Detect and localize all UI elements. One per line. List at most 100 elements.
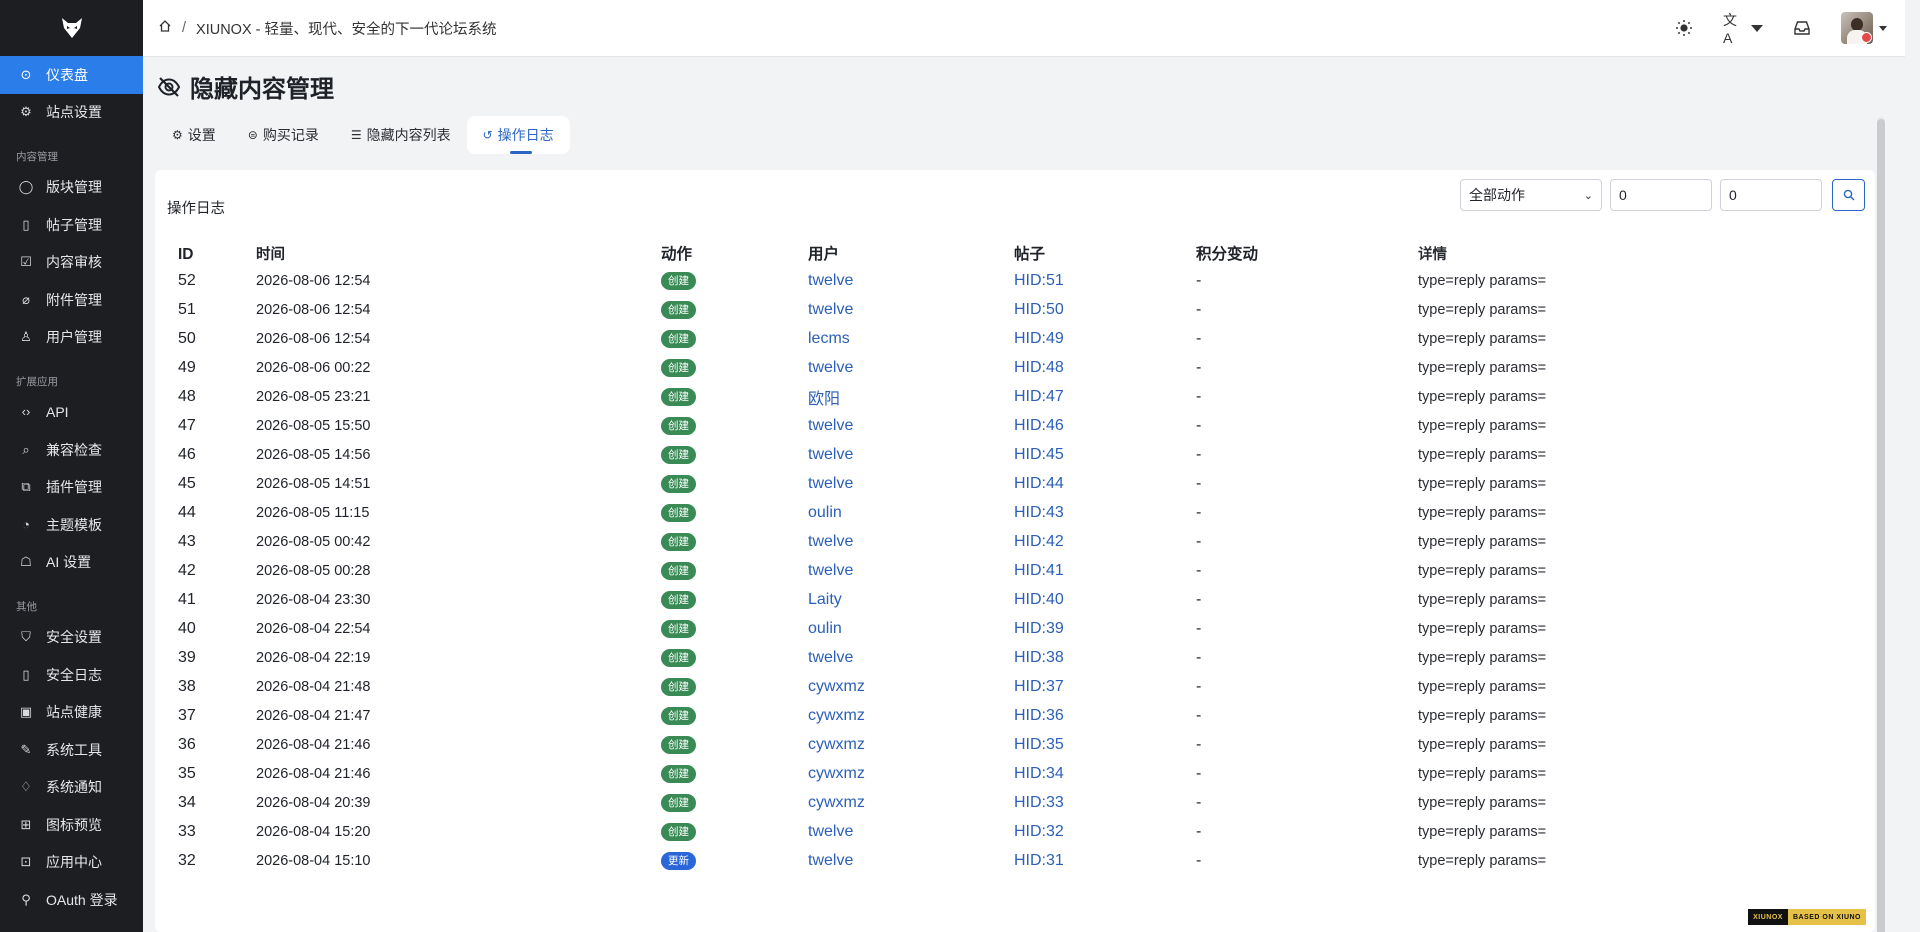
post-link[interactable]: HID:31 bbox=[1014, 852, 1064, 869]
user-link[interactable]: cywxmz bbox=[808, 765, 865, 782]
post-link[interactable]: HID:33 bbox=[1014, 794, 1064, 811]
post-link[interactable]: HID:42 bbox=[1014, 533, 1064, 550]
post-link[interactable]: HID:39 bbox=[1014, 620, 1064, 637]
scrollbar-thumb[interactable] bbox=[1877, 119, 1885, 932]
post-link[interactable]: HID:34 bbox=[1014, 765, 1064, 782]
user-link[interactable]: cywxmz bbox=[808, 736, 865, 753]
post-link[interactable]: HID:49 bbox=[1014, 330, 1064, 347]
post-link[interactable]: HID:40 bbox=[1014, 591, 1064, 608]
action-badge: 创建 bbox=[661, 301, 696, 319]
sidebar-item-security-log[interactable]: ▯ 安全日志 bbox=[0, 656, 143, 694]
tab-operation-log[interactable]: ↺ 操作日志 bbox=[466, 116, 570, 154]
sidebar-item-forums[interactable]: ◯ 版块管理 bbox=[0, 168, 143, 206]
breadcrumb-current[interactable]: XIUNOX - 轻量、现代、安全的下一代论坛系统 bbox=[196, 18, 496, 39]
cell-detail: type=reply params= bbox=[1418, 736, 1547, 753]
user-link[interactable]: twelve bbox=[808, 301, 853, 318]
post-link[interactable]: HID:48 bbox=[1014, 359, 1064, 376]
user-link[interactable]: oulin bbox=[808, 504, 842, 521]
main-content: 隐藏内容管理 ⚙ 设置 ⊜ 购买记录 ☰ 隐藏内容列表 ↺ 操作日志 操作日志 … bbox=[143, 57, 1891, 932]
user-link[interactable]: twelve bbox=[808, 417, 853, 434]
user-link[interactable]: Laity bbox=[808, 591, 842, 608]
sidebar-item-compat-check[interactable]: ⌕ 兼容检查 bbox=[0, 431, 143, 469]
cell-time: 2026-08-05 23:21 bbox=[256, 388, 371, 405]
sidebar-item-api[interactable]: ‹› API bbox=[0, 393, 143, 431]
user-menu[interactable] bbox=[1841, 12, 1887, 44]
post-link[interactable]: HID:51 bbox=[1014, 272, 1064, 289]
action-badge: 创建 bbox=[661, 388, 696, 406]
user-link[interactable]: cywxmz bbox=[808, 678, 865, 695]
user-link[interactable]: lecms bbox=[808, 330, 850, 347]
post-link[interactable]: HID:47 bbox=[1014, 388, 1064, 405]
user-link[interactable]: cywxmz bbox=[808, 707, 865, 724]
page-scrollbar[interactable] bbox=[1877, 117, 1885, 932]
sidebar-item-site-settings[interactable]: ⚙ 站点设置 bbox=[0, 94, 143, 132]
post-link[interactable]: HID:41 bbox=[1014, 562, 1064, 579]
cell-action: 更新 bbox=[661, 846, 808, 875]
tid-filter-input[interactable] bbox=[1720, 179, 1822, 211]
sidebar-item-posts[interactable]: ▯ 帖子管理 bbox=[0, 206, 143, 244]
table-header-row: ID 时间 动作 用户 帖子 积分变动 详情 bbox=[170, 238, 1818, 266]
user-link[interactable]: twelve bbox=[808, 446, 853, 463]
uid-filter-input[interactable] bbox=[1610, 179, 1712, 211]
sidebar-item-ai-settings[interactable]: ☖ AI 设置 bbox=[0, 544, 143, 582]
post-link[interactable]: HID:45 bbox=[1014, 446, 1064, 463]
post-link[interactable]: HID:35 bbox=[1014, 736, 1064, 753]
user-link[interactable]: twelve bbox=[808, 649, 853, 666]
sidebar-item-plugins[interactable]: ⧉ 插件管理 bbox=[0, 468, 143, 506]
sidebar-item-themes[interactable]: ◔ 主题模板 bbox=[0, 506, 143, 544]
user-link[interactable]: twelve bbox=[808, 475, 853, 492]
sidebar-item-app-center[interactable]: ⊡ 应用中心 bbox=[0, 844, 143, 882]
post-link[interactable]: HID:38 bbox=[1014, 649, 1064, 666]
sidebar-item-label: 附件管理 bbox=[46, 291, 102, 308]
sidebar-item-system-tools[interactable]: ✎ 系统工具 bbox=[0, 731, 143, 769]
sidebar-item-oauth[interactable]: ⚲ OAuth 登录 bbox=[0, 881, 143, 919]
cell-user: cywxmz bbox=[808, 701, 1014, 730]
cell-action: 创建 bbox=[661, 353, 808, 382]
sidebar-item-security-settings[interactable]: ⛉ 安全设置 bbox=[0, 618, 143, 656]
user-link[interactable]: twelve bbox=[808, 823, 853, 840]
sidebar-item-attachments[interactable]: ⌀ 附件管理 bbox=[0, 281, 143, 319]
cell-id: 36 bbox=[178, 735, 196, 753]
post-link[interactable]: HID:46 bbox=[1014, 417, 1064, 434]
action-badge: 创建 bbox=[661, 359, 696, 377]
powered-by-badge[interactable]: XIUNOX BASED ON XIUNO bbox=[1748, 909, 1866, 925]
action-filter-select[interactable]: 全部动作 ⌄ bbox=[1460, 179, 1602, 211]
user-link[interactable]: twelve bbox=[808, 359, 853, 376]
sidebar-section-title: 其他 bbox=[16, 601, 37, 614]
user-link[interactable]: twelve bbox=[808, 533, 853, 550]
user-link[interactable]: twelve bbox=[808, 272, 853, 289]
theme-toggle-sun-icon[interactable] bbox=[1673, 17, 1695, 39]
search-button[interactable] bbox=[1832, 179, 1865, 211]
sidebar-item-icon-preview[interactable]: ⊞ 图标预览 bbox=[0, 806, 143, 844]
post-link[interactable]: HID:44 bbox=[1014, 475, 1064, 492]
sidebar-item-dashboard[interactable]: ⊙ 仪表盘 bbox=[0, 56, 143, 94]
user-link[interactable]: cywxmz bbox=[808, 794, 865, 811]
user-link[interactable]: oulin bbox=[808, 620, 842, 637]
post-link[interactable]: HID:32 bbox=[1014, 823, 1064, 840]
column-header-post: 帖子 bbox=[1014, 246, 1046, 263]
post-link[interactable]: HID:50 bbox=[1014, 301, 1064, 318]
cell-time: 2026-08-04 22:54 bbox=[256, 620, 371, 637]
home-icon[interactable] bbox=[158, 19, 172, 37]
table-row: 34 2026-08-04 20:39 创建 cywxmz HID:33 - type=re… bbox=[170, 788, 1818, 817]
cell-id: 40 bbox=[178, 619, 196, 637]
sidebar-item-moderation[interactable]: ☑ 内容审核 bbox=[0, 243, 143, 281]
user-link[interactable]: twelve bbox=[808, 852, 853, 869]
user-link[interactable]: twelve bbox=[808, 562, 853, 579]
tab-purchase-records[interactable]: ⊜ 购买记录 bbox=[232, 116, 335, 154]
tab-hidden-content-list[interactable]: ☰ 隐藏内容列表 bbox=[335, 116, 467, 154]
tab-settings[interactable]: ⚙ 设置 bbox=[156, 116, 232, 154]
cell-user: oulin bbox=[808, 614, 1014, 643]
post-link[interactable]: HID:36 bbox=[1014, 707, 1064, 724]
cell-detail: type=reply params= bbox=[1418, 388, 1547, 405]
inbox-icon[interactable] bbox=[1791, 17, 1813, 39]
sidebar-item-users[interactable]: ♙ 用户管理 bbox=[0, 319, 143, 357]
sidebar-item-notifications[interactable]: ♢ 系统通知 bbox=[0, 769, 143, 807]
user-link[interactable]: 欧阳 bbox=[808, 391, 840, 408]
logo[interactable] bbox=[0, 0, 143, 56]
sidebar-item-label: OAuth 登录 bbox=[46, 892, 118, 909]
language-switcher[interactable]: 文A bbox=[1723, 12, 1763, 46]
post-link[interactable]: HID:37 bbox=[1014, 678, 1064, 695]
sidebar-item-site-health[interactable]: ▣ 站点健康 bbox=[0, 693, 143, 731]
post-link[interactable]: HID:43 bbox=[1014, 504, 1064, 521]
